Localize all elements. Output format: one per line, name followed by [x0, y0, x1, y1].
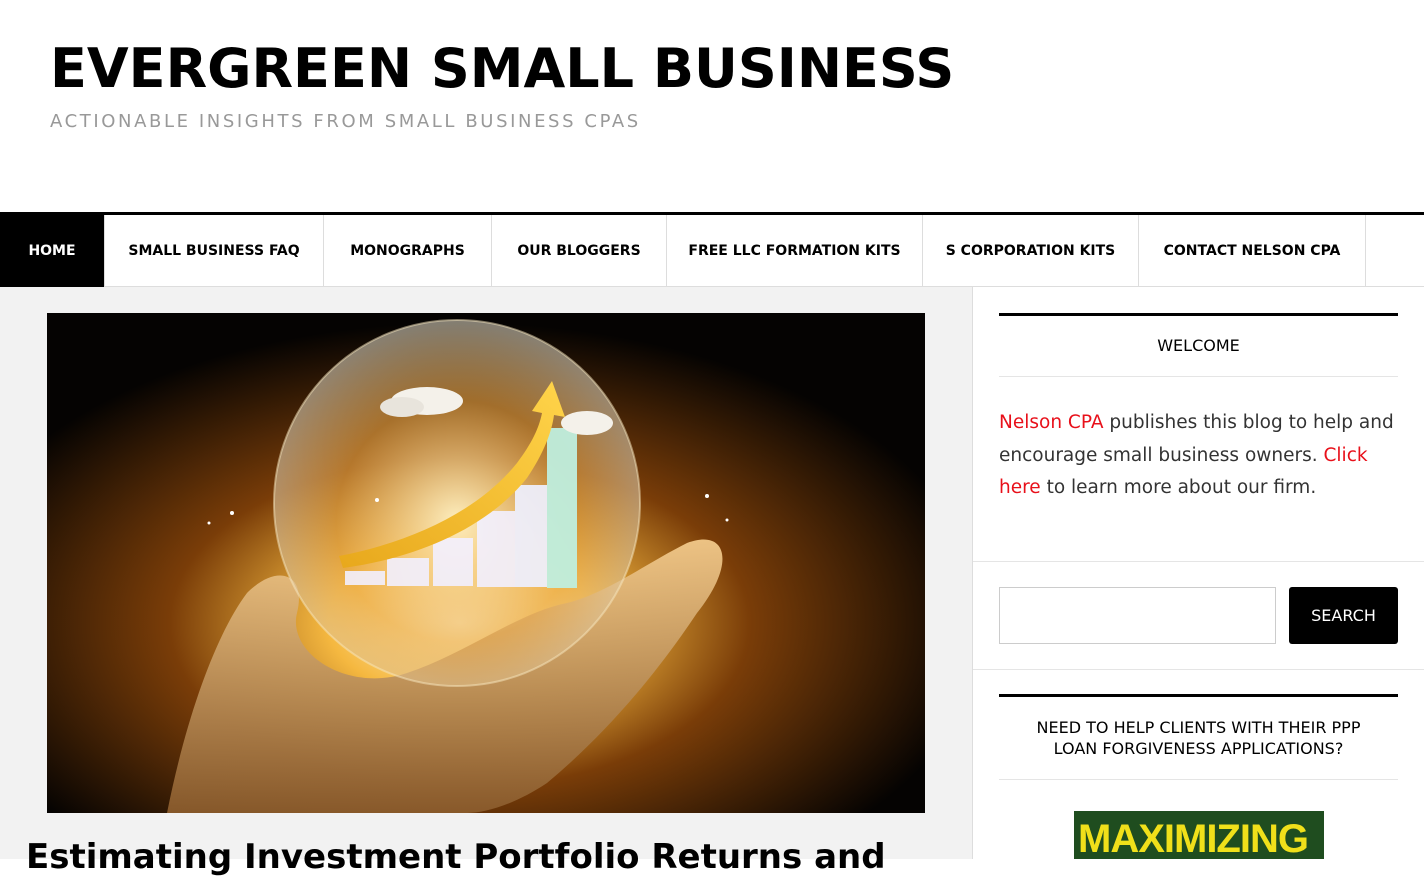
featured-image[interactable] — [47, 313, 925, 813]
welcome-widget-title: WELCOME — [999, 313, 1398, 377]
nav-item-home[interactable]: HOME — [0, 215, 105, 287]
ppp-book-image[interactable]: MAXIMIZING — [1074, 811, 1324, 859]
site-title[interactable]: EVERGREEN SMALL BUSINESS — [50, 38, 954, 100]
book-cover-text: MAXIMIZING — [1078, 817, 1309, 859]
welcome-title-text: WELCOME — [999, 316, 1398, 377]
nav-item-free-llc-formation-kits[interactable]: FREE LLC FORMATION KITS — [667, 215, 923, 287]
nelson-cpa-link[interactable]: Nelson CPA — [999, 412, 1103, 433]
site-description: ACTIONABLE INSIGHTS FROM SMALL BUSINESS … — [50, 111, 641, 132]
ppp-widget-title: NEED TO HELP CLIENTS WITH THEIR PPP LOAN… — [999, 694, 1398, 780]
sidebar: WELCOME Nelson CPA publishes this blog t… — [973, 287, 1424, 859]
search-button[interactable]: SEARCH — [1289, 587, 1398, 644]
ppp-title-text: NEED TO HELP CLIENTS WITH THEIR PPP LOAN… — [999, 697, 1398, 780]
nav-item-s-corporation-kits[interactable]: S CORPORATION KITS — [923, 215, 1139, 287]
site-header: EVERGREEN SMALL BUSINESS ACTIONABLE INSI… — [0, 0, 1424, 212]
widget-divider — [973, 669, 1424, 670]
crystal-ball-growth-image — [47, 313, 925, 813]
widget-divider — [973, 561, 1424, 562]
nav-item-monographs[interactable]: MONOGRAPHS — [324, 215, 492, 287]
search-input[interactable] — [999, 587, 1276, 644]
main-content: Estimating Investment Portfolio Returns … — [0, 287, 973, 877]
welcome-text-part2: to learn more about our firm. — [1040, 477, 1317, 498]
post-title[interactable]: Estimating Investment Portfolio Returns … — [26, 837, 886, 877]
nav-item-our-bloggers[interactable]: OUR BLOGGERS — [492, 215, 667, 287]
primary-nav: HOME SMALL BUSINESS FAQ MONOGRAPHS OUR B… — [0, 212, 1424, 287]
welcome-text: Nelson CPA publishes this blog to help a… — [999, 407, 1409, 505]
nav-item-contact-nelson-cpa[interactable]: CONTACT NELSON CPA — [1139, 215, 1366, 287]
nav-item-small-business-faq[interactable]: SMALL BUSINESS FAQ — [105, 215, 324, 287]
